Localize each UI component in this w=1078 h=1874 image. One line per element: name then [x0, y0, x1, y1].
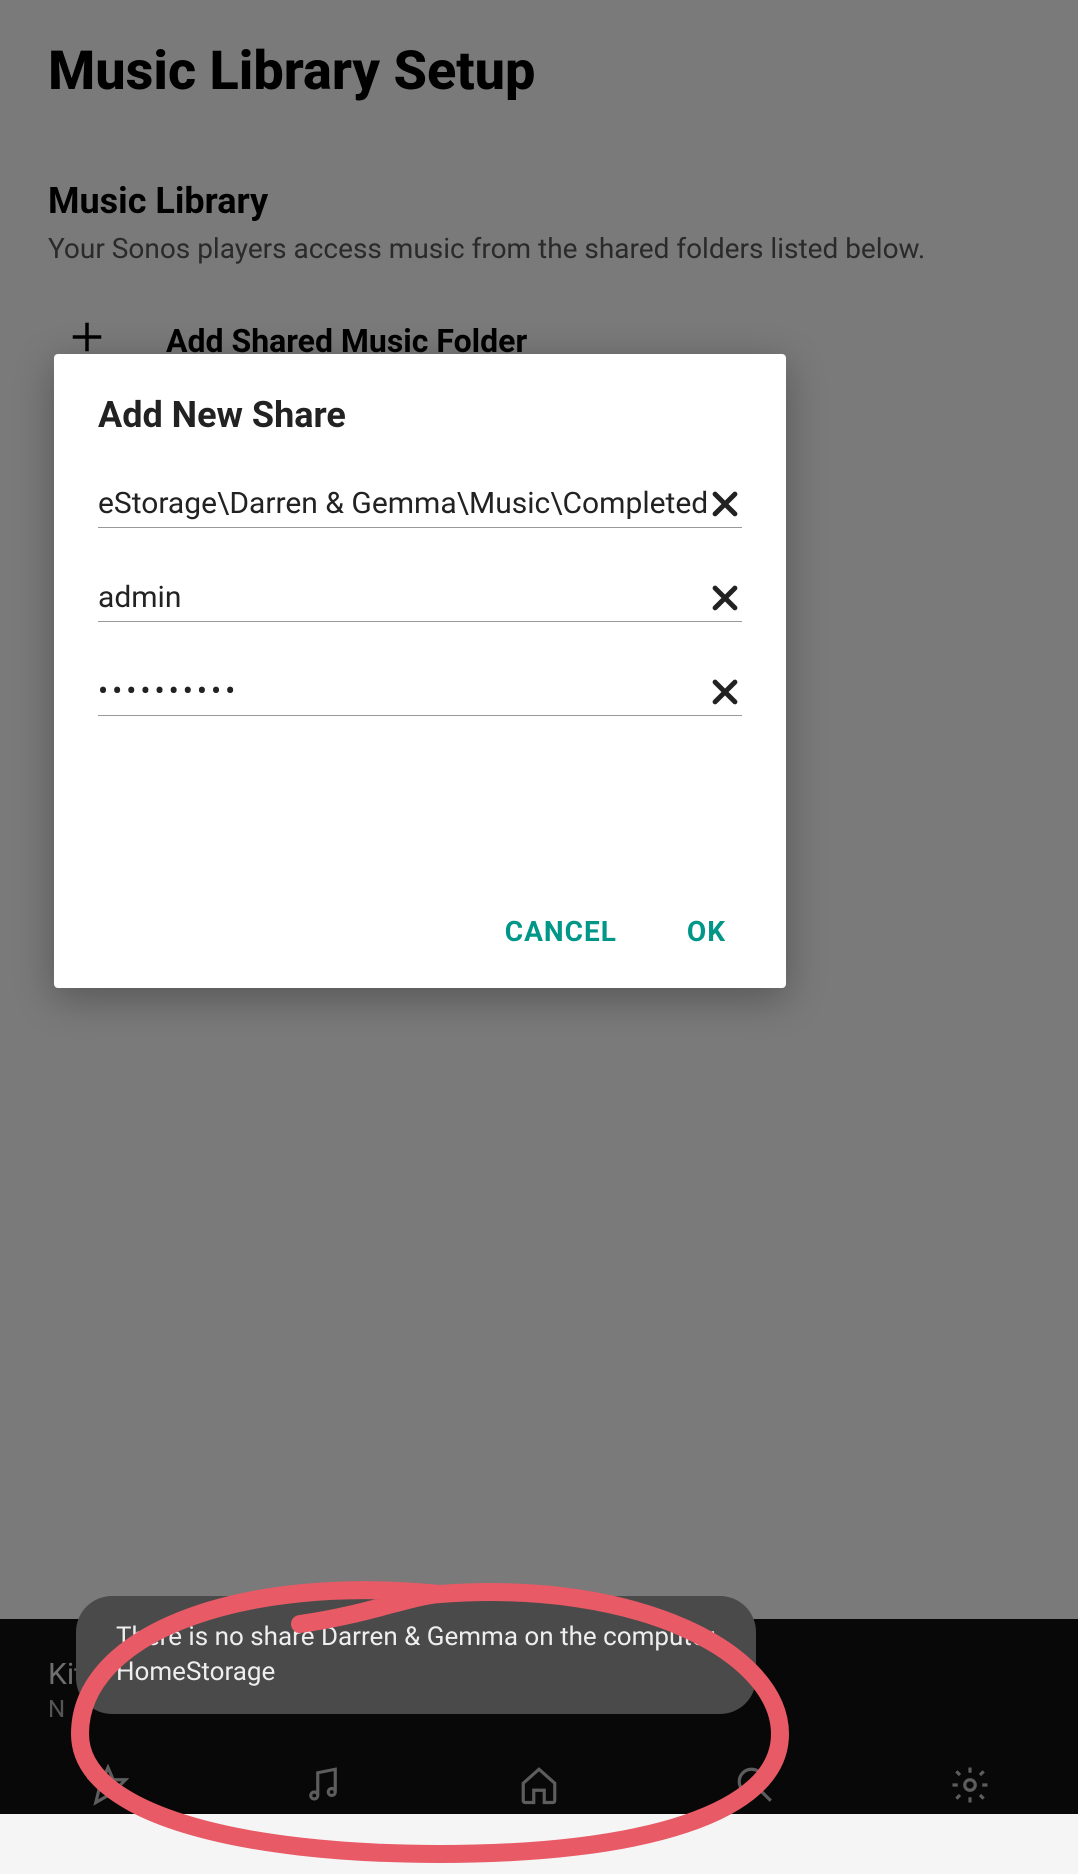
close-icon[interactable] — [708, 581, 742, 615]
dialog-title: Add New Share — [98, 394, 742, 436]
password-input[interactable]: •••••••••• — [98, 674, 708, 709]
username-input[interactable]: admin — [98, 580, 708, 615]
dialog-actions: CANCEL OK — [505, 915, 726, 948]
cancel-button[interactable]: CANCEL — [505, 915, 617, 948]
close-icon[interactable] — [708, 487, 742, 521]
password-field: •••••••••• — [98, 674, 742, 716]
username-field: admin — [98, 580, 742, 622]
share-path-input[interactable]: eStorage\Darren & Gemma\Music\Completed — [98, 486, 708, 521]
share-path-field: eStorage\Darren & Gemma\Music\Completed — [98, 486, 742, 528]
error-toast: There is no share Darren & Gemma on the … — [76, 1596, 756, 1714]
ok-button[interactable]: OK — [687, 915, 726, 948]
add-new-share-dialog: Add New Share eStorage\Darren & Gemma\Mu… — [54, 354, 786, 988]
close-icon[interactable] — [708, 675, 742, 709]
